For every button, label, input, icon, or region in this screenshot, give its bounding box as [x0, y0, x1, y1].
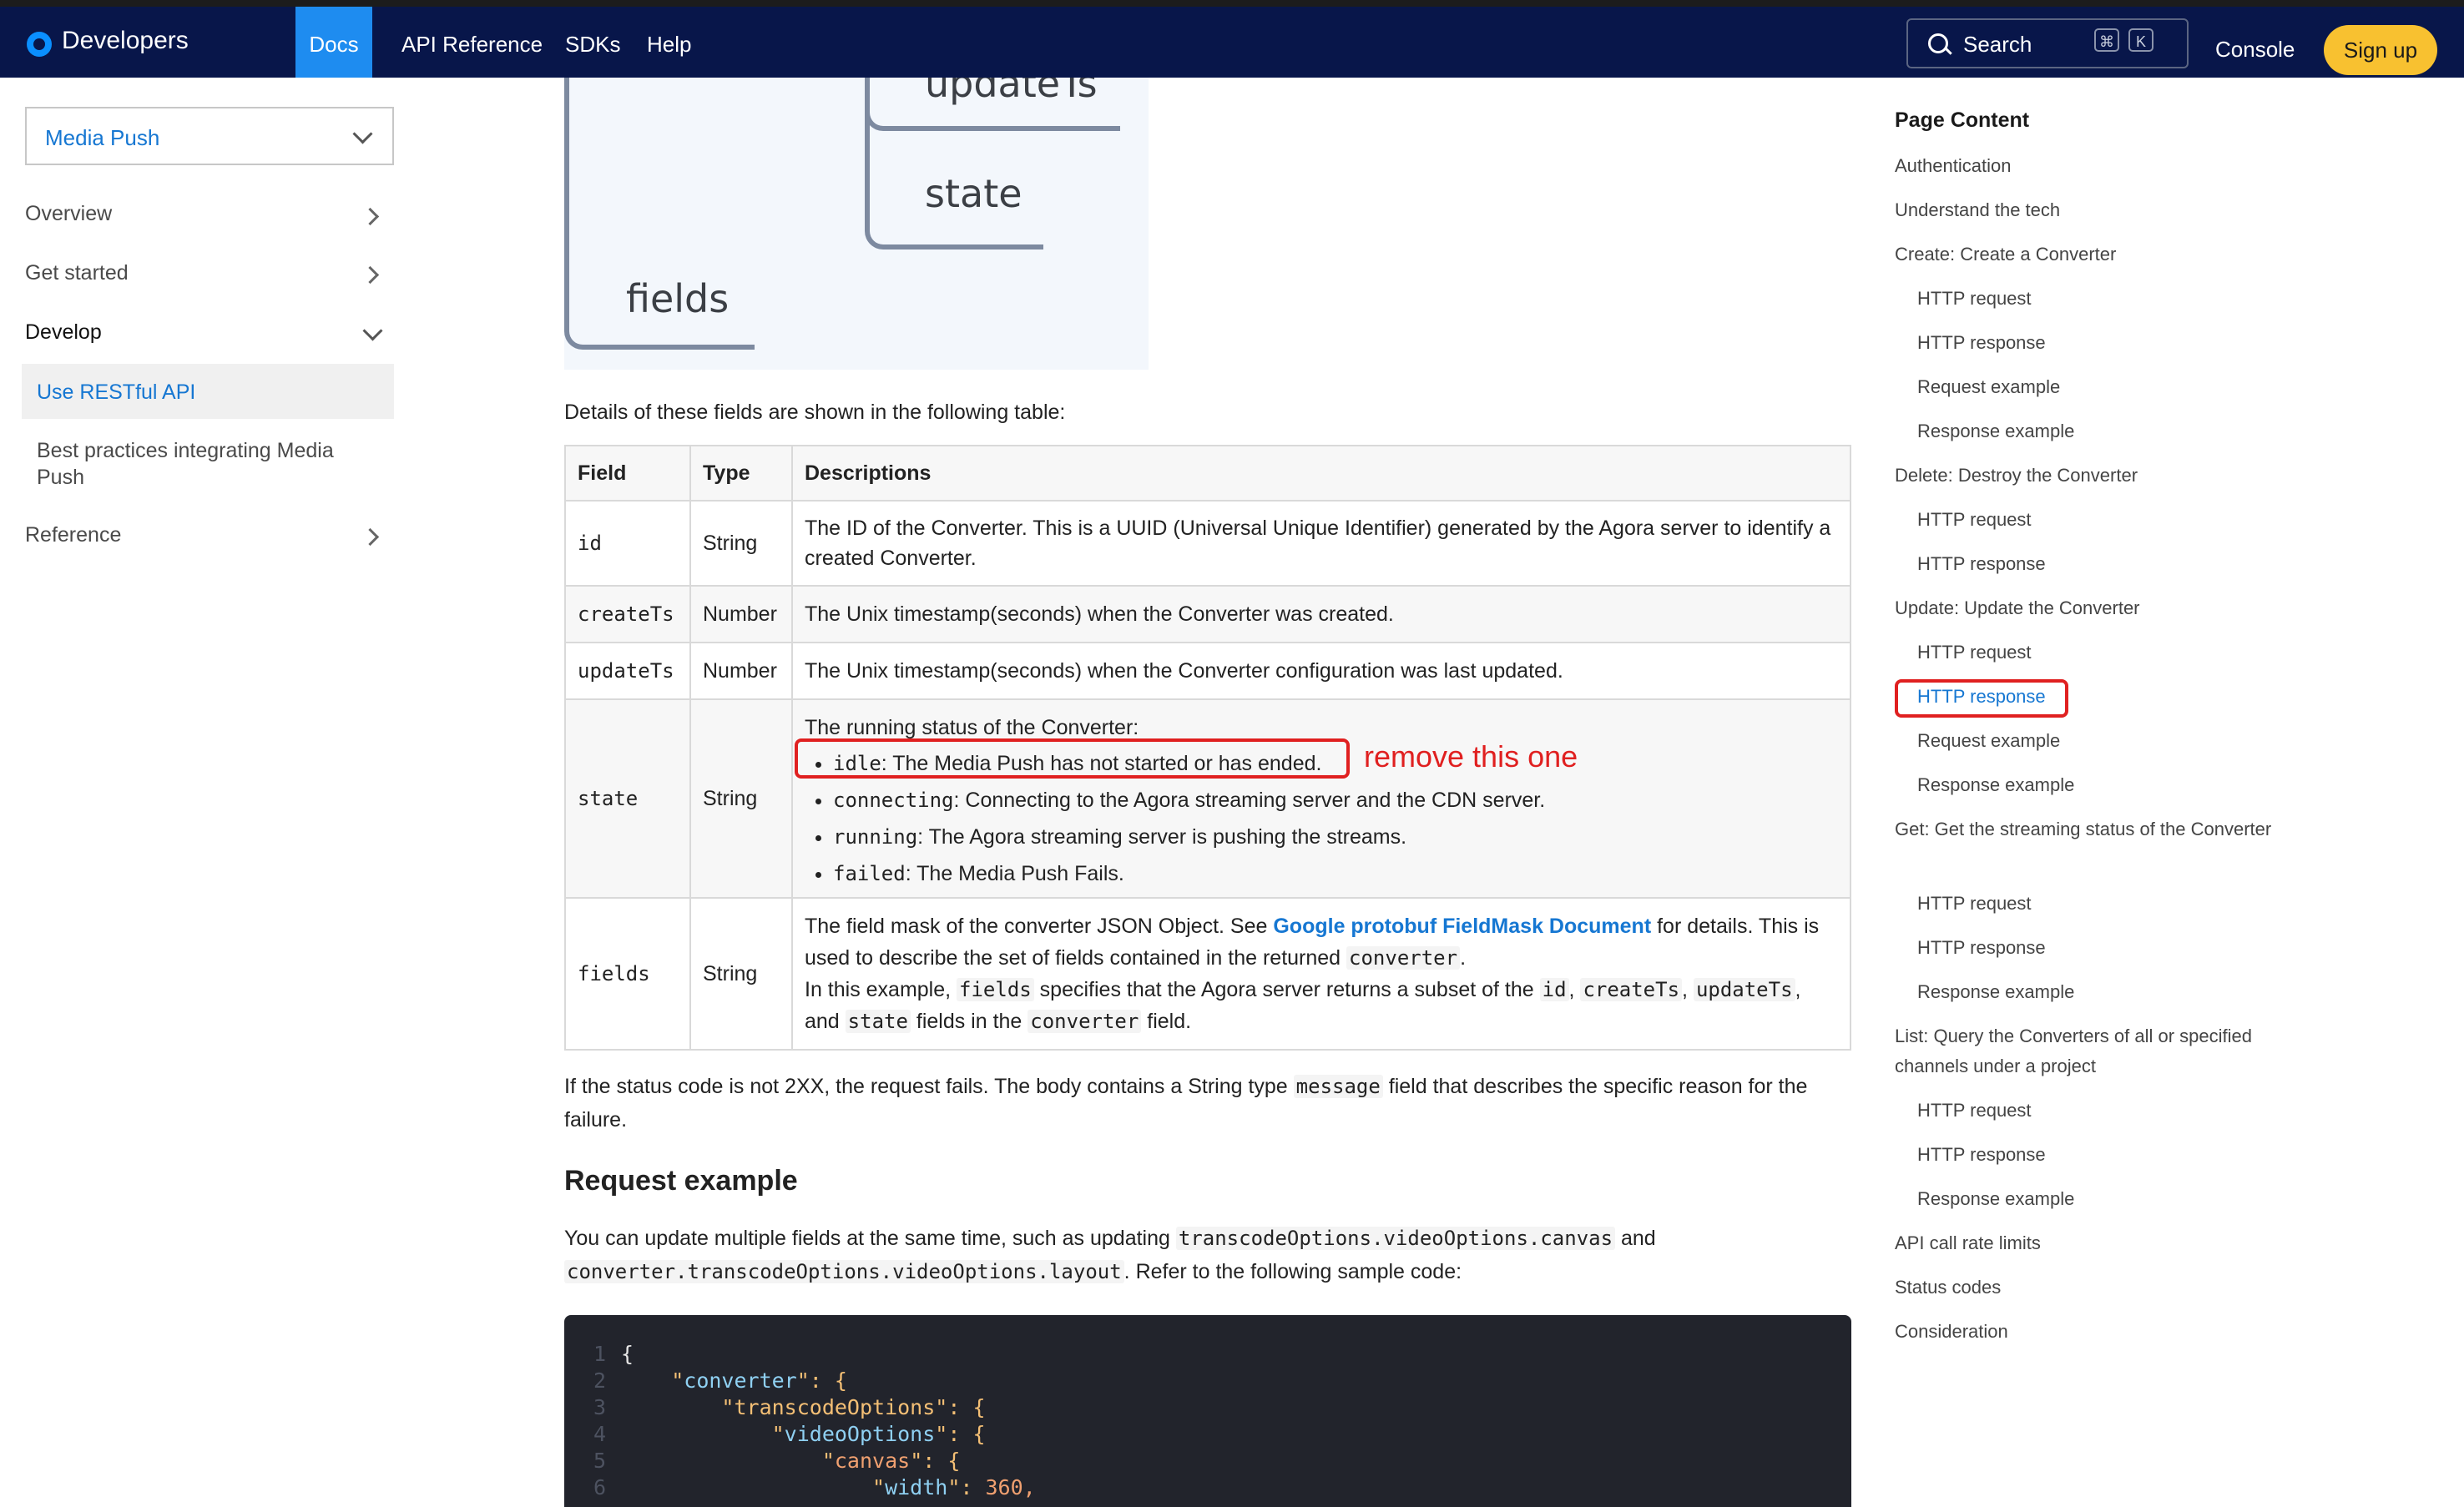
list-item: failed: The Media Push Fails.: [833, 855, 1838, 892]
toc-item[interactable]: HTTP request: [1917, 505, 2310, 535]
top-navigation-bar: Developers Docs API Reference SDKs Help …: [0, 0, 2464, 78]
field-type: String: [689, 897, 793, 1051]
toc-item[interactable]: HTTP response: [1917, 328, 2310, 358]
field-description: The running status of the Converter: idl…: [791, 698, 1851, 899]
field-type: String: [689, 500, 793, 587]
toc-item[interactable]: Create: Create a Converter: [1895, 239, 2287, 270]
toc-item[interactable]: Update: Update the Converter: [1895, 593, 2287, 623]
field-type: Number: [689, 642, 793, 700]
brand-name[interactable]: Developers: [62, 27, 189, 55]
sidebar-item-reference[interactable]: Reference: [25, 523, 121, 547]
toc-item[interactable]: Consideration: [1895, 1317, 2287, 1347]
column-header-descriptions: Descriptions: [791, 445, 1851, 501]
field-description: The Unix timestamp(seconds) when the Con…: [791, 585, 1851, 643]
field-name: createTs: [578, 602, 674, 626]
diagram-label-fields: fields: [626, 276, 730, 321]
toc-item[interactable]: HTTP request: [1917, 638, 2310, 668]
product-select[interactable]: Media Push: [25, 107, 394, 165]
field-type: Number: [689, 585, 793, 643]
sidebar-item-develop[interactable]: Develop: [25, 320, 102, 345]
table-intro-text: Details of these fields are shown in the…: [564, 401, 1066, 424]
agora-logo-icon[interactable]: [27, 32, 52, 57]
sidebar-item-best-practices[interactable]: Best practices integrating Media Push: [37, 437, 371, 491]
search-icon: [1928, 33, 1948, 53]
column-header-type: Type: [689, 445, 793, 501]
toc-item[interactable]: HTTP request: [1917, 1096, 2310, 1126]
toc-item[interactable]: Authentication: [1895, 151, 2287, 181]
toc-item[interactable]: Response example: [1917, 1184, 2310, 1214]
field-description: The field mask of the converter JSON Obj…: [791, 897, 1851, 1051]
toc-item[interactable]: HTTP request: [1917, 889, 2310, 919]
fieldmask-doc-link[interactable]: Google protobuf FieldMask Document: [1273, 915, 1651, 938]
toc-item[interactable]: List: Query the Converters of all or spe…: [1895, 1021, 2287, 1081]
chevron-right-icon[interactable]: [361, 207, 380, 226]
toc-item[interactable]: HTTP response: [1917, 682, 2310, 712]
list-item: connecting: Connecting to the Agora stre…: [833, 782, 1838, 819]
chevron-down-icon: [352, 123, 373, 144]
field-type: String: [689, 698, 793, 899]
toc-item[interactable]: Understand the tech: [1895, 195, 2287, 225]
toc-item[interactable]: HTTP request: [1917, 284, 2310, 314]
failure-paragraph: If the status code is not 2XX, the reque…: [564, 1075, 1808, 1132]
nav-link-sdks[interactable]: SDKs: [565, 7, 620, 78]
annotation-highlight-box: [795, 738, 1350, 779]
toc-item[interactable]: HTTP response: [1917, 1140, 2310, 1170]
toc-item[interactable]: Request example: [1917, 726, 2310, 756]
table-row: state String The running status of the C…: [564, 698, 1851, 899]
table-row: updateTs Number The Unix timestamp(secon…: [564, 642, 1851, 700]
toc-item[interactable]: API call rate limits: [1895, 1228, 2287, 1258]
field-description: The ID of the Converter. This is a UUID …: [791, 500, 1851, 587]
search-label: Search: [1963, 32, 2032, 57]
field-name: id: [578, 531, 602, 555]
table-row: fields String The field mask of the conv…: [564, 897, 1851, 1051]
product-select-value: Media Push: [45, 125, 160, 150]
code-block[interactable]: 1{ 2 "converter": { 3 "transcodeOptions"…: [564, 1315, 1851, 1507]
field-description: The Unix timestamp(seconds) when the Con…: [791, 642, 1851, 700]
sidebar-item-get-started[interactable]: Get started: [25, 261, 129, 285]
table-header-row: Field Type Descriptions: [564, 445, 1851, 501]
toc-item[interactable]: Get: Get the streaming status of the Con…: [1895, 814, 2287, 844]
toc-item[interactable]: Response example: [1917, 416, 2310, 446]
column-header-field: Field: [564, 445, 691, 501]
toc-item[interactable]: Response example: [1917, 977, 2310, 1007]
search-button[interactable]: Search ⌘ K: [1906, 18, 2189, 68]
chevron-right-icon[interactable]: [361, 527, 380, 547]
field-name: state: [578, 786, 639, 810]
section-heading-request-example: Request example: [564, 1165, 798, 1197]
fieldmask-tree-diagram: updateTs state fields: [564, 78, 1149, 370]
table-row: id String The ID of the Converter. This …: [564, 500, 1851, 587]
state-intro: The running status of the Converter:: [805, 715, 1139, 739]
field-name: updateTs: [578, 658, 674, 683]
toc-item[interactable]: Response example: [1917, 770, 2310, 800]
nav-link-help[interactable]: Help: [647, 7, 691, 78]
sidebar-item-overview[interactable]: Overview: [25, 202, 112, 226]
toc-item[interactable]: Delete: Destroy the Converter: [1895, 461, 2287, 491]
nav-link-api-reference[interactable]: API Reference: [401, 7, 543, 78]
sign-up-button[interactable]: Sign up: [2324, 25, 2437, 75]
chevron-right-icon[interactable]: [361, 265, 380, 285]
toc-title: Page Content: [1895, 108, 2030, 132]
command-key-icon: ⌘: [2094, 28, 2119, 52]
toc-item[interactable]: Status codes: [1895, 1273, 2287, 1303]
toc-item[interactable]: HTTP response: [1917, 933, 2310, 963]
annotation-note: remove this one: [1364, 739, 1578, 774]
sidebar-item-label: Use RESTful API: [37, 381, 196, 404]
toc-item[interactable]: Request example: [1917, 372, 2310, 402]
list-item: running: The Agora streaming server is p…: [833, 819, 1838, 855]
field-name: fields: [578, 961, 650, 985]
table-row: createTs Number The Unix timestamp(secon…: [564, 585, 1851, 643]
diagram-label-state: state: [925, 171, 1022, 216]
chevron-down-icon[interactable]: [362, 320, 383, 341]
toc-item[interactable]: HTTP response: [1917, 549, 2310, 579]
sidebar-item-use-restful-api[interactable]: Use RESTful API: [22, 364, 394, 419]
nav-link-docs[interactable]: Docs: [295, 7, 372, 78]
k-key-hint: K: [2128, 28, 2153, 52]
request-example-paragraph: You can update multiple fields at the sa…: [564, 1227, 1656, 1283]
console-link[interactable]: Console: [2215, 7, 2295, 93]
diagram-label-updatets: updateTs: [925, 78, 1098, 106]
